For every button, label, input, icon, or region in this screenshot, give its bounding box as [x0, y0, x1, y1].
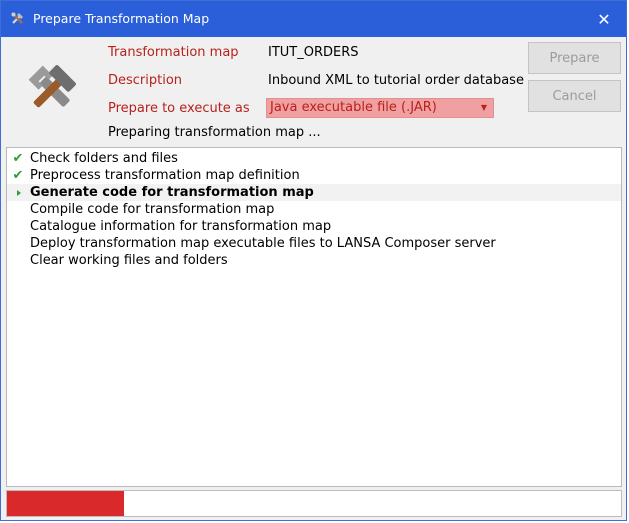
chevron-down-icon: ▼ [480, 103, 487, 112]
list-item: ✔ Check folders and files [7, 150, 621, 167]
progress-bar [6, 490, 622, 517]
description-label: Description [108, 73, 183, 88]
transformation-map-label: Transformation map [108, 45, 239, 60]
steps-list: ✔ Check folders and files ✔ Preprocess t… [6, 147, 622, 487]
step-label: Generate code for transformation map [30, 185, 314, 200]
step-label: Catalogue information for transformation… [30, 219, 332, 234]
prepare-button[interactable]: Prepare [528, 42, 621, 74]
step-label: Deploy transformation map executable fil… [30, 236, 496, 251]
window-title: Prepare Transformation Map [33, 11, 210, 26]
prepare-transformation-map-dialog: Prepare Transformation Map ✕ Transformat… [0, 0, 627, 521]
list-item: Compile code for transformation map [7, 201, 621, 218]
step-label: Compile code for transformation map [30, 202, 275, 217]
step-label: Check folders and files [30, 151, 178, 166]
list-item: Deploy transformation map executable fil… [7, 235, 621, 252]
checkmark-icon: ✔ [12, 151, 24, 166]
description-value: Inbound XML to tutorial order database [268, 73, 524, 88]
list-item: Clear working files and folders [7, 252, 621, 269]
triangle-arrow-icon [17, 189, 21, 196]
cancel-button[interactable]: Cancel [528, 80, 621, 112]
list-item: Catalogue information for transformation… [7, 218, 621, 235]
status-text: Preparing transformation map ... [108, 125, 321, 140]
step-label: Clear working files and folders [30, 253, 228, 268]
title-bar: Prepare Transformation Map ✕ [1, 1, 626, 37]
transformation-map-value: ITUT_ORDERS [268, 45, 359, 60]
checkmark-icon: ✔ [12, 168, 24, 183]
hammer-wrench-icon [11, 12, 23, 24]
dialog-content: Transformation map ITUT_ORDERS Descripti… [1, 37, 626, 520]
close-icon: ✕ [597, 9, 611, 29]
progress-fill [7, 491, 124, 516]
list-item: Generate code for transformation map [7, 184, 621, 201]
close-button[interactable]: ✕ [582, 1, 626, 37]
hammer-wrench-icon [28, 65, 76, 108]
execute-as-select[interactable]: Java executable file (.JAR) ▼ [266, 98, 494, 118]
step-label: Preprocess transformation map definition [30, 168, 300, 183]
execute-as-label: Prepare to execute as [108, 101, 250, 116]
list-item: ✔ Preprocess transformation map definiti… [7, 167, 621, 184]
execute-as-selected-value: Java executable file (.JAR) [270, 100, 437, 115]
